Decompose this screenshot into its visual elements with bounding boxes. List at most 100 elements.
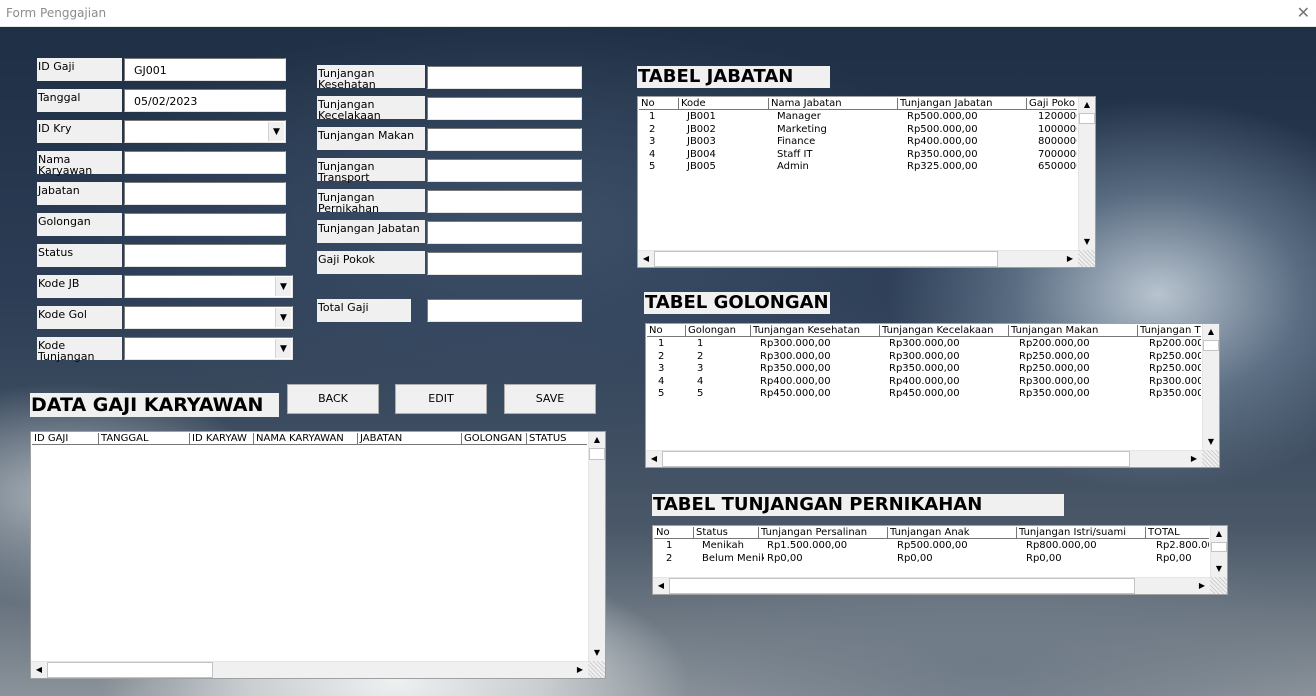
golongan-input[interactable] (124, 213, 286, 236)
scroll-left-icon[interactable]: ◀ (638, 251, 654, 267)
table-row[interactable]: 4 4 Rp400.000,00 Rp400.000,00 Rp300.000,… (647, 376, 1201, 389)
scroll-left-icon[interactable]: ◀ (646, 451, 662, 467)
table-row[interactable]: 2 Belum Menik Rp0,00 Rp0,00 Rp0,00 Rp0,0… (654, 553, 1209, 566)
tabel-golongan-vscrollbar[interactable]: ▲ ▼ (1202, 324, 1219, 450)
close-icon[interactable]: ✕ (1297, 3, 1310, 22)
tunjangan-pernikahan-input[interactable] (427, 190, 582, 213)
scroll-thumb[interactable] (47, 662, 213, 678)
chevron-down-icon[interactable]: ▼ (275, 339, 291, 358)
scroll-down-icon[interactable]: ▼ (589, 645, 605, 661)
id-kry-combobox[interactable]: ▼ (124, 120, 286, 143)
col-gaji-pokok[interactable]: Gaji Poko (1027, 98, 1077, 109)
col-tunjangan-istri-suami[interactable]: Tunjangan Istri/suami (1017, 527, 1146, 538)
tabel-tunjangan-hscrollbar[interactable]: ◀ ▶ (653, 577, 1210, 594)
col-nama-karyawan[interactable]: NAMA KARYAWAN (254, 433, 358, 444)
col-tunjangan-makan[interactable]: Tunjangan Makan (1009, 325, 1138, 336)
scroll-thumb[interactable] (589, 448, 605, 460)
table-row[interactable]: 1 JB001 Manager Rp500.000,00 1200000 (639, 111, 1077, 124)
scroll-up-icon[interactable]: ▲ (1203, 324, 1219, 340)
id-gaji-input[interactable]: GJ001 (124, 58, 286, 81)
tunjangan-transport-input[interactable] (427, 159, 582, 182)
tabel-golongan-hscrollbar[interactable]: ◀ ▶ (646, 450, 1202, 467)
scroll-down-icon[interactable]: ▼ (1211, 561, 1227, 577)
data-gaji-hscrollbar[interactable]: ◀ ▶ (31, 661, 588, 678)
save-button[interactable]: SAVE (504, 384, 596, 414)
tabel-jabatan-listview[interactable]: No Kode Nama Jabatan Tunjangan Jabatan G… (637, 96, 1096, 268)
cell-tunjangan-jabatan: Rp325.000,00 (907, 161, 978, 172)
scroll-thumb[interactable] (662, 451, 1130, 467)
col-golongan[interactable]: Golongan (686, 325, 751, 336)
scroll-right-icon[interactable]: ▶ (572, 662, 588, 678)
scroll-right-icon[interactable]: ▶ (1062, 251, 1078, 267)
col-status[interactable]: STATUS (527, 433, 587, 444)
col-id-karyawan[interactable]: ID KARYAW (190, 433, 254, 444)
chevron-down-icon[interactable]: ▼ (268, 122, 284, 141)
scroll-right-icon[interactable]: ▶ (1186, 451, 1202, 467)
data-gaji-listview[interactable]: ID GAJI TANGGAL ID KARYAW NAMA KARYAWAN … (30, 431, 606, 679)
col-tunjangan-anak[interactable]: Tunjangan Anak (888, 527, 1017, 538)
table-row[interactable]: 2 2 Rp300.000,00 Rp300.000,00 Rp250.000,… (647, 351, 1201, 364)
col-no[interactable]: No (639, 98, 679, 109)
table-row[interactable]: 3 JB003 Finance Rp400.000,00 8000000 (639, 136, 1077, 149)
jabatan-input[interactable] (124, 182, 286, 205)
scroll-thumb[interactable] (1079, 113, 1095, 124)
col-jabatan[interactable]: JABATAN (358, 433, 462, 444)
col-tunjangan-persalinan[interactable]: Tunjangan Persalinan (759, 527, 888, 538)
edit-button[interactable]: EDIT (395, 384, 487, 414)
label-tunjangan-transport: Tunjangan Transport (317, 158, 425, 183)
col-no[interactable]: No (647, 325, 686, 336)
gaji-pokok-input[interactable] (427, 252, 582, 275)
chevron-down-icon[interactable]: ▼ (275, 277, 291, 296)
col-status[interactable]: Status (694, 527, 759, 538)
table-row[interactable]: 2 JB002 Marketing Rp500.000,00 1000000 (639, 124, 1077, 137)
scroll-thumb[interactable] (654, 251, 998, 267)
tabel-tunjangan-vscrollbar[interactable]: ▲ ▼ (1210, 526, 1227, 577)
col-nama-jabatan[interactable]: Nama Jabatan (769, 98, 898, 109)
col-total[interactable]: TOTAL (1146, 527, 1209, 538)
col-golongan[interactable]: GOLONGAN (462, 433, 527, 444)
tunjangan-makan-input[interactable] (427, 128, 582, 151)
col-tunjangan-kesehatan[interactable]: Tunjangan Kesehatan (751, 325, 880, 336)
tanggal-input[interactable]: 05/02/2023 (124, 89, 286, 112)
table-row[interactable]: 1 1 Rp300.000,00 Rp300.000,00 Rp200.000,… (647, 338, 1201, 351)
back-button[interactable]: BACK (287, 384, 379, 414)
col-no[interactable]: No (654, 527, 694, 538)
nama-karyawan-input[interactable] (124, 151, 286, 174)
chevron-down-icon[interactable]: ▼ (275, 308, 291, 327)
scroll-down-icon[interactable]: ▼ (1079, 234, 1095, 250)
scroll-left-icon[interactable]: ◀ (31, 662, 47, 678)
scroll-thumb[interactable] (669, 578, 1135, 594)
tunjangan-jabatan-input[interactable] (427, 221, 582, 244)
tunjangan-kesehatan-input[interactable] (427, 66, 582, 89)
scroll-up-icon[interactable]: ▲ (589, 432, 605, 448)
scroll-up-icon[interactable]: ▲ (1211, 526, 1227, 542)
tabel-jabatan-hscrollbar[interactable]: ◀ ▶ (638, 250, 1078, 267)
scroll-thumb[interactable] (1211, 542, 1227, 552)
scroll-thumb[interactable] (1203, 340, 1219, 351)
scroll-right-icon[interactable]: ▶ (1194, 578, 1210, 594)
tabel-golongan-listview[interactable]: No Golongan Tunjangan Kesehatan Tunjanga… (645, 323, 1220, 468)
table-row[interactable]: 5 JB005 Admin Rp325.000,00 6500000 (639, 161, 1077, 174)
kode-jb-combobox[interactable]: ▼ (124, 275, 293, 298)
col-tunjangan-jabatan[interactable]: Tunjangan Jabatan (898, 98, 1027, 109)
scroll-up-icon[interactable]: ▲ (1079, 97, 1095, 113)
data-gaji-vscrollbar[interactable]: ▲ ▼ (588, 432, 605, 661)
table-row[interactable]: 1 Menikah Rp1.500.000,00 Rp500.000,00 Rp… (654, 540, 1209, 553)
tunjangan-kecelakaan-input[interactable] (427, 97, 582, 120)
col-tanggal[interactable]: TANGGAL (99, 433, 190, 444)
scroll-down-icon[interactable]: ▼ (1203, 434, 1219, 450)
table-row[interactable]: 4 JB004 Staff IT Rp350.000,00 7000000 (639, 149, 1077, 162)
col-tunjangan-transport[interactable]: Tunjangan T (1138, 325, 1201, 336)
col-kode[interactable]: Kode (679, 98, 769, 109)
status-input[interactable] (124, 244, 286, 267)
col-id-gaji[interactable]: ID GAJI (32, 433, 99, 444)
col-tunjangan-kecelakaan[interactable]: Tunjangan Kecelakaan (880, 325, 1009, 336)
kode-gol-combobox[interactable]: ▼ (124, 306, 293, 329)
scroll-left-icon[interactable]: ◀ (653, 578, 669, 594)
table-row[interactable]: 3 3 Rp350.000,00 Rp350.000,00 Rp250.000,… (647, 363, 1201, 376)
table-row[interactable]: 5 5 Rp450.000,00 Rp450.000,00 Rp350.000,… (647, 388, 1201, 401)
tabel-jabatan-vscrollbar[interactable]: ▲ ▼ (1078, 97, 1095, 250)
kode-tunjangan-combobox[interactable]: ▼ (124, 337, 293, 360)
tabel-tunjangan-listview[interactable]: No Status Tunjangan Persalinan Tunjangan… (652, 525, 1228, 595)
total-gaji-input[interactable] (427, 299, 582, 322)
